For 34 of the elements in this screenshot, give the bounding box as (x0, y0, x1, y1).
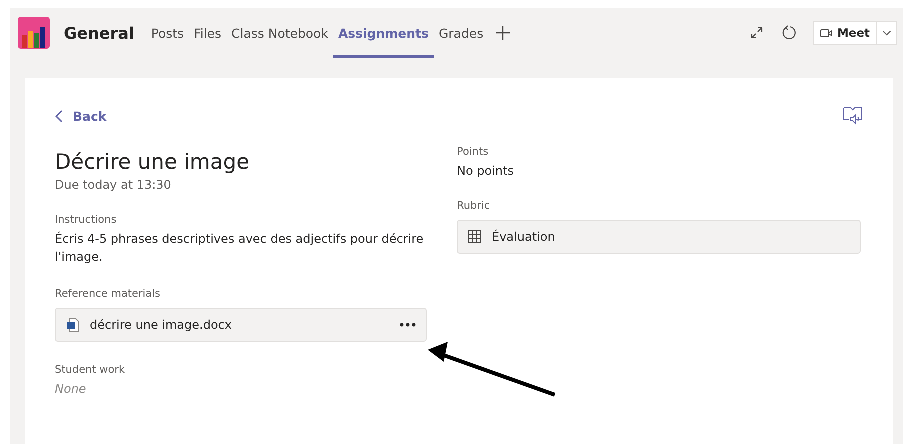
immersive-reader-icon[interactable] (843, 107, 863, 125)
back-link[interactable]: Back (55, 108, 107, 124)
instructions-text: Écris 4-5 phrases descriptives avec des adjectifs pour décrire l'image. (55, 230, 425, 266)
student-work-label: Student work (55, 364, 126, 376)
meet-button[interactable]: Meet (813, 21, 877, 45)
channel-tab[interactable]: Posts (146, 8, 190, 58)
instructions-label: Instructions (55, 214, 117, 226)
file-name: décrire une image.docx (90, 318, 233, 332)
chevron-down-icon (882, 30, 890, 36)
due-date: Due today at 13:30 (55, 178, 172, 192)
table-icon (468, 230, 482, 244)
word-document-icon (66, 318, 80, 332)
points-label: Points (457, 146, 489, 158)
chevron-left-icon (55, 110, 63, 122)
expand-icon[interactable] (749, 25, 766, 41)
points-value: No points (457, 163, 514, 180)
more-options-icon[interactable] (400, 323, 416, 327)
meet-dropdown-button[interactable] (877, 21, 897, 45)
pencils-logo-icon (18, 17, 50, 49)
channel-tab[interactable]: Class Notebook (226, 8, 334, 58)
channel-tab[interactable]: Assignments (333, 8, 434, 58)
rubric-label: Rubric (457, 200, 490, 212)
add-tab-icon[interactable] (494, 25, 511, 41)
rubric-item[interactable]: Évaluation (457, 220, 861, 254)
channel-name: General (64, 24, 134, 42)
refresh-icon[interactable] (781, 25, 798, 41)
reference-label: Reference materials (55, 288, 161, 300)
channel-tab[interactable]: Files (189, 8, 227, 58)
assignment-title: Décrire une image (55, 150, 250, 174)
student-work-value: None (55, 381, 86, 398)
video-camera-icon (820, 27, 834, 39)
rubric-name: Évaluation (492, 230, 556, 244)
channel-tab[interactable]: Grades (434, 8, 489, 58)
attachment-item[interactable]: décrire une image.docx (55, 308, 427, 342)
